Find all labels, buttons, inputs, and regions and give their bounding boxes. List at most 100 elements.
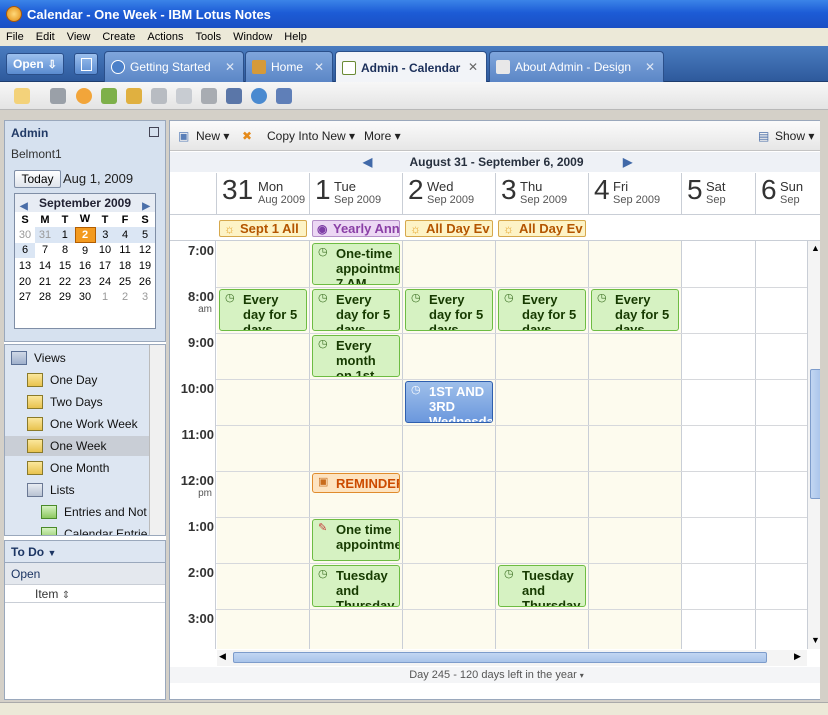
- mini-day[interactable]: 22: [55, 274, 75, 290]
- mini-day[interactable]: 25: [115, 274, 135, 290]
- menu-tools[interactable]: Tools: [189, 31, 227, 43]
- close-icon[interactable]: ✕: [225, 60, 235, 74]
- scroll-right-icon[interactable]: ▶: [794, 651, 801, 662]
- close-icon[interactable]: ✕: [314, 60, 324, 74]
- appointment[interactable]: One time appointment: [312, 519, 400, 561]
- mini-day[interactable]: 13: [15, 258, 35, 274]
- copy-icon[interactable]: [201, 88, 217, 104]
- scroll-up-icon[interactable]: ▲: [811, 243, 820, 253]
- today-button[interactable]: Today: [14, 170, 61, 188]
- forward-icon[interactable]: [76, 88, 92, 104]
- view-two-days[interactable]: Two Days: [27, 392, 103, 412]
- mini-day[interactable]: 2: [115, 289, 135, 305]
- day-count-footer[interactable]: Day 245 - 120 days left in the year ▾: [170, 667, 823, 683]
- menu-create[interactable]: Create: [96, 31, 141, 43]
- mini-day[interactable]: 19: [135, 258, 155, 274]
- todo-item-column[interactable]: Item ⇕: [5, 585, 165, 603]
- scroll-down-icon[interactable]: ▼: [811, 635, 820, 645]
- appointment[interactable]: Every day for 5 days: [405, 289, 493, 331]
- mini-day[interactable]: 23: [75, 274, 95, 290]
- prev-week-icon[interactable]: ◀: [363, 152, 372, 172]
- day-header-fri[interactable]: 4 Fri Sep 2009: [589, 173, 682, 215]
- mini-day-selected[interactable]: 2: [74, 226, 96, 244]
- window-switcher-button[interactable]: [74, 53, 98, 75]
- day-column-sun[interactable]: [756, 241, 807, 649]
- horizontal-scrollbar[interactable]: ◀ ▶: [217, 650, 807, 666]
- menu-help[interactable]: Help: [278, 31, 313, 43]
- day-header-sat[interactable]: 5 Sat Sep: [682, 173, 756, 215]
- mini-day[interactable]: 3: [95, 227, 115, 243]
- mini-day[interactable]: 26: [135, 274, 155, 290]
- mini-day[interactable]: 21: [35, 274, 55, 290]
- more-button[interactable]: More ▾: [364, 129, 401, 143]
- mini-day[interactable]: 30: [75, 289, 95, 305]
- view-one-work-week[interactable]: One Work Week: [27, 414, 138, 434]
- appointment[interactable]: Every day for 5 days: [591, 289, 679, 331]
- appointment-selected[interactable]: 1ST AND 3RD Wednesday: [405, 381, 493, 423]
- appointment[interactable]: Every month on 1st day of: [312, 335, 400, 377]
- day-column-sat[interactable]: [682, 241, 756, 649]
- menu-actions[interactable]: Actions: [141, 31, 189, 43]
- day-header-tue[interactable]: 1 Tue Sep 2009: [310, 173, 403, 215]
- menu-file[interactable]: File: [0, 31, 30, 43]
- mini-day[interactable]: 10: [95, 243, 115, 259]
- list-entries-and-notices[interactable]: Entries and Not: [41, 502, 147, 522]
- refresh-icon[interactable]: [251, 88, 267, 104]
- move-icon[interactable]: [151, 88, 167, 104]
- appointment[interactable]: One-time appointment 7 AM: [312, 243, 400, 285]
- view-one-day[interactable]: One Day: [27, 370, 97, 390]
- close-icon[interactable]: ✕: [645, 60, 655, 74]
- menu-edit[interactable]: Edit: [30, 31, 61, 43]
- print-icon[interactable]: [50, 88, 66, 104]
- mini-day[interactable]: 16: [75, 258, 95, 274]
- view-one-week[interactable]: One Week: [5, 436, 149, 456]
- mini-day[interactable]: 20: [15, 274, 35, 290]
- list-calendar-entries[interactable]: Calendar Entrie: [41, 524, 147, 535]
- sidebar-collapse-edge[interactable]: [820, 120, 828, 700]
- new-button[interactable]: New ▾: [196, 129, 229, 143]
- anniversary-event[interactable]: Yearly Ann: [312, 220, 400, 237]
- scroll-thumb[interactable]: [233, 652, 767, 663]
- next-month-icon[interactable]: ▶: [142, 198, 150, 216]
- close-icon[interactable]: ✕: [468, 60, 478, 74]
- mini-day[interactable]: 28: [35, 289, 55, 305]
- appointment[interactable]: Every day for 5 days: [312, 289, 400, 331]
- mini-day[interactable]: 12: [135, 243, 155, 259]
- all-day-event[interactable]: All Day Ev: [405, 220, 493, 237]
- all-day-event[interactable]: All Day Ev: [498, 220, 586, 237]
- mini-day[interactable]: 1: [55, 227, 75, 243]
- lists-header[interactable]: Lists: [27, 480, 75, 500]
- appointment[interactable]: Every day for 5 days: [219, 289, 307, 331]
- mini-day[interactable]: 7: [35, 243, 55, 259]
- todo-header[interactable]: To Do ▼: [5, 541, 165, 563]
- todo-open-filter[interactable]: Open: [5, 563, 165, 585]
- mini-day[interactable]: 24: [95, 274, 115, 290]
- copy-into-new-button[interactable]: Copy Into New ▾: [267, 129, 355, 143]
- tab-getting-started[interactable]: Getting Started ✕: [104, 51, 244, 82]
- menu-view[interactable]: View: [61, 31, 97, 43]
- appointment[interactable]: Tuesday and Thursday: [498, 565, 586, 607]
- mini-day[interactable]: 5: [135, 227, 155, 243]
- appointment[interactable]: Tuesday and Thursday: [312, 565, 400, 607]
- mini-day[interactable]: 18: [115, 258, 135, 274]
- day-header-sun[interactable]: 6 Sun Sep: [756, 173, 823, 215]
- mini-day[interactable]: 30: [15, 227, 35, 243]
- mini-day[interactable]: 9: [75, 243, 95, 259]
- tab-home[interactable]: Home ✕: [245, 51, 333, 82]
- all-day-event[interactable]: Sept 1 All: [219, 220, 307, 237]
- mini-day[interactable]: 27: [15, 289, 35, 305]
- mini-day[interactable]: 11: [115, 243, 135, 259]
- tab-admin-calendar[interactable]: Admin - Calendar ✕: [335, 51, 487, 83]
- edit-icon[interactable]: [126, 88, 142, 104]
- appointment[interactable]: Every day for 5 days: [498, 289, 586, 331]
- day-header-wed[interactable]: 2 Wed Sep 2009: [403, 173, 496, 215]
- show-button[interactable]: Show ▾: [775, 129, 814, 143]
- lotus-notes-app-icon[interactable]: [6, 6, 22, 22]
- link-icon[interactable]: [101, 88, 117, 104]
- search-icon[interactable]: [226, 88, 242, 104]
- prev-month-icon[interactable]: ◀: [20, 198, 28, 216]
- reminder[interactable]: REMINDER: [312, 473, 400, 493]
- views-scrollbar[interactable]: [149, 345, 165, 535]
- day-header-thu[interactable]: 3 Thu Sep 2009: [496, 173, 589, 215]
- new-memo-icon[interactable]: [14, 88, 30, 104]
